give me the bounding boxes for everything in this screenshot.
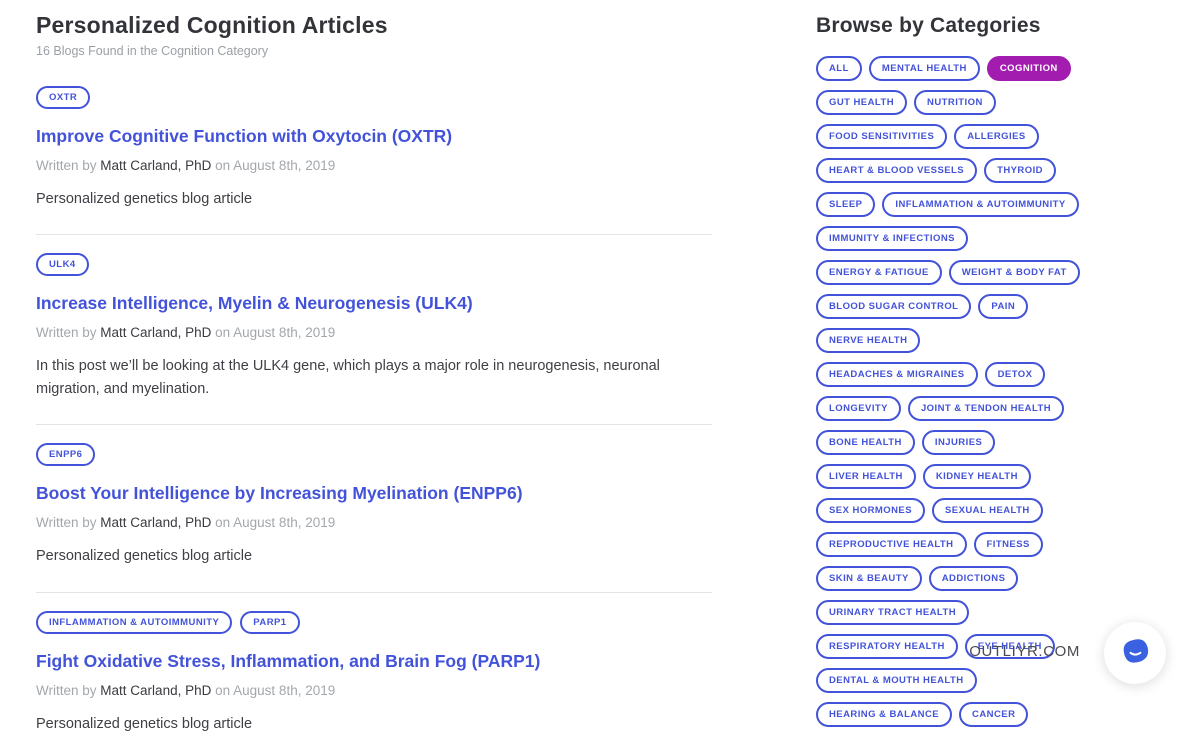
tag-pill-inflammation-autoimmunity[interactable]: INFLAMMATION & AUTOIMMUNITY bbox=[36, 611, 232, 634]
results-count: 16 Blogs Found in the Cognition Category bbox=[36, 44, 712, 58]
category-pill-nerve-health[interactable]: NERVE HEALTH bbox=[816, 328, 920, 353]
article-tags: ENPP6 bbox=[36, 443, 712, 466]
page-title: Personalized Cognition Articles bbox=[36, 12, 712, 39]
category-pill-sex-hormones[interactable]: SEX HORMONES bbox=[816, 498, 925, 523]
category-pill-inflammation-autoimmunity[interactable]: INFLAMMATION & AUTOIMMUNITY bbox=[882, 192, 1078, 217]
article-tags: OXTR bbox=[36, 86, 712, 109]
category-pill-bone-health[interactable]: BONE HEALTH bbox=[816, 430, 915, 455]
article-author: Matt Carland, PhD bbox=[100, 325, 211, 340]
article-title-link[interactable]: Increase Intelligence, Myelin & Neurogen… bbox=[36, 293, 712, 314]
article-column: Personalized Cognition Articles 16 Blogs… bbox=[36, 8, 712, 735]
article-title-link[interactable]: Boost Your Intelligence by Increasing My… bbox=[36, 483, 712, 504]
category-pill-dental-mouth-health[interactable]: DENTAL & MOUTH HEALTH bbox=[816, 668, 977, 693]
site-watermark: OUTLIYR.COM bbox=[969, 643, 1080, 660]
category-pill-addictions[interactable]: ADDICTIONS bbox=[929, 566, 1019, 591]
meta-on: on bbox=[215, 515, 230, 530]
category-pill-thyroid[interactable]: THYROID bbox=[984, 158, 1056, 183]
category-pill-fitness[interactable]: FITNESS bbox=[974, 532, 1043, 557]
category-pill-energy-fatigue[interactable]: ENERGY & FATIGUE bbox=[816, 260, 942, 285]
category-pill-injuries[interactable]: INJURIES bbox=[922, 430, 995, 455]
category-pill-longevity[interactable]: LONGEVITY bbox=[816, 396, 901, 421]
category-pill-list: ALL MENTAL HEALTH COGNITION GUT HEALTH NUTRI… bbox=[816, 56, 1088, 727]
category-pill-food-sensitivities[interactable]: FOOD SENSITIVITIES bbox=[816, 124, 947, 149]
article-card: ENPP6 Boost Your Intelligence by Increasi… bbox=[36, 425, 712, 592]
categories-sidebar: Browse by Categories ALL MENTAL HEALTH COG… bbox=[816, 8, 1098, 735]
category-pill-blood-sugar-control[interactable]: BLOOD SUGAR CONTROL bbox=[816, 294, 971, 319]
category-pill-cognition[interactable]: COGNITION bbox=[987, 56, 1071, 81]
category-pill-immunity-infections[interactable]: IMMUNITY & INFECTIONS bbox=[816, 226, 968, 251]
tag-pill-enpp6[interactable]: ENPP6 bbox=[36, 443, 95, 466]
article-card: INFLAMMATION & AUTOIMMUNITY PARP1 Fight Ox… bbox=[36, 593, 712, 735]
category-pill-kidney-health[interactable]: KIDNEY HEALTH bbox=[923, 464, 1031, 489]
article-list: OXTR Improve Cognitive Function with Oxyt… bbox=[36, 68, 712, 735]
category-pill-weight-body-fat[interactable]: WEIGHT & BODY FAT bbox=[949, 260, 1080, 285]
article-excerpt: Personalized genetics blog article bbox=[36, 545, 684, 567]
article-meta: Written by Matt Carland, PhD on August 8… bbox=[36, 325, 712, 340]
article-excerpt: Personalized genetics blog article bbox=[36, 188, 684, 210]
category-pill-headaches-migraines[interactable]: HEADACHES & MIGRAINES bbox=[816, 362, 978, 387]
article-meta: Written by Matt Carland, PhD on August 8… bbox=[36, 158, 712, 173]
category-pill-detox[interactable]: DETOX bbox=[985, 362, 1046, 387]
category-pill-nutrition[interactable]: NUTRITION bbox=[914, 90, 996, 115]
category-pill-heart-blood-vessels[interactable]: HEART & BLOOD VESSELS bbox=[816, 158, 977, 183]
meta-written-by: Written by bbox=[36, 515, 97, 530]
article-author: Matt Carland, PhD bbox=[100, 158, 211, 173]
article-meta: Written by Matt Carland, PhD on August 8… bbox=[36, 515, 712, 530]
article-excerpt: In this post we’ll be looking at the ULK… bbox=[36, 355, 684, 400]
article-card: OXTR Improve Cognitive Function with Oxyt… bbox=[36, 68, 712, 235]
category-pill-sleep[interactable]: SLEEP bbox=[816, 192, 875, 217]
article-date: August 8th, 2019 bbox=[233, 325, 335, 340]
category-pill-all[interactable]: ALL bbox=[816, 56, 862, 81]
category-pill-urinary-tract-health[interactable]: URINARY TRACT HEALTH bbox=[816, 600, 969, 625]
article-tags: INFLAMMATION & AUTOIMMUNITY PARP1 bbox=[36, 611, 712, 634]
site-logo-badge[interactable] bbox=[1104, 622, 1166, 684]
category-pill-joint-tendon-health[interactable]: JOINT & TENDON HEALTH bbox=[908, 396, 1064, 421]
outliyr-logo-icon bbox=[1117, 633, 1153, 674]
article-author: Matt Carland, PhD bbox=[100, 515, 211, 530]
tag-pill-parp1[interactable]: PARP1 bbox=[240, 611, 299, 634]
page-layout: Personalized Cognition Articles 16 Blogs… bbox=[0, 0, 1200, 735]
article-date: August 8th, 2019 bbox=[233, 515, 335, 530]
article-title-link[interactable]: Improve Cognitive Function with Oxytocin… bbox=[36, 126, 712, 147]
article-author: Matt Carland, PhD bbox=[100, 683, 211, 698]
meta-written-by: Written by bbox=[36, 158, 97, 173]
category-pill-cancer[interactable]: CANCER bbox=[959, 702, 1028, 727]
category-pill-liver-health[interactable]: LIVER HEALTH bbox=[816, 464, 916, 489]
category-pill-reproductive-health[interactable]: REPRODUCTIVE HEALTH bbox=[816, 532, 967, 557]
category-pill-pain[interactable]: PAIN bbox=[978, 294, 1028, 319]
category-pill-hearing-balance[interactable]: HEARING & BALANCE bbox=[816, 702, 952, 727]
meta-on: on bbox=[215, 158, 230, 173]
category-pill-allergies[interactable]: ALLERGIES bbox=[954, 124, 1038, 149]
article-card: ULK4 Increase Intelligence, Myelin & Neur… bbox=[36, 235, 712, 425]
category-pill-respiratory-health[interactable]: RESPIRATORY HEALTH bbox=[816, 634, 958, 659]
meta-written-by: Written by bbox=[36, 683, 97, 698]
meta-on: on bbox=[215, 683, 230, 698]
category-pill-skin-beauty[interactable]: SKIN & BEAUTY bbox=[816, 566, 922, 591]
tag-pill-ulk4[interactable]: ULK4 bbox=[36, 253, 89, 276]
meta-on: on bbox=[215, 325, 230, 340]
category-pill-mental-health[interactable]: MENTAL HEALTH bbox=[869, 56, 980, 81]
article-title-link[interactable]: Fight Oxidative Stress, Inflammation, an… bbox=[36, 651, 712, 672]
article-meta: Written by Matt Carland, PhD on August 8… bbox=[36, 683, 712, 698]
article-tags: ULK4 bbox=[36, 253, 712, 276]
category-pill-gut-health[interactable]: GUT HEALTH bbox=[816, 90, 907, 115]
tag-pill-oxtr[interactable]: OXTR bbox=[36, 86, 90, 109]
category-pill-sexual-health[interactable]: SEXUAL HEALTH bbox=[932, 498, 1043, 523]
categories-title: Browse by Categories bbox=[816, 14, 1098, 38]
article-date: August 8th, 2019 bbox=[233, 158, 335, 173]
article-excerpt: Personalized genetics blog article bbox=[36, 713, 684, 735]
article-date: August 8th, 2019 bbox=[233, 683, 335, 698]
meta-written-by: Written by bbox=[36, 325, 97, 340]
